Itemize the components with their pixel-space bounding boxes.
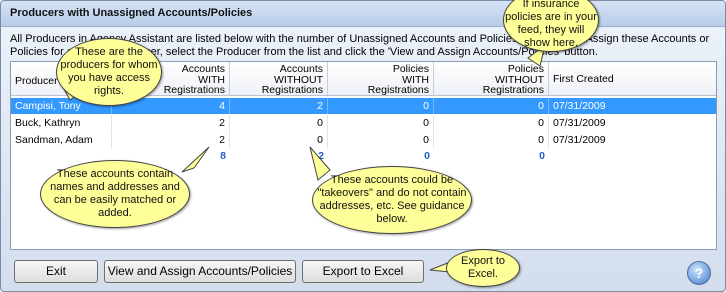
cell-policies-without: 0: [434, 132, 549, 148]
cell-policies-without: 0: [434, 115, 549, 131]
exit-button[interactable]: Exit: [14, 260, 98, 283]
cell-first-created: 07/31/2009: [553, 117, 606, 129]
column-header-policies-with[interactable]: Policies WITH Registrations: [328, 62, 434, 96]
accounts-with-callout: These accounts contain names and address…: [40, 160, 190, 228]
header-label: First Created: [553, 73, 614, 85]
cell-policies-without: 0: [434, 98, 549, 114]
total-policies-with: 0: [424, 150, 430, 162]
policies-callout: If insurance policies are in your feed, …: [503, 0, 599, 52]
header-label: Producer: [15, 75, 58, 87]
export-to-excel-button[interactable]: Export to Excel: [302, 260, 424, 283]
total-accounts-without: 2: [318, 150, 324, 162]
help-icon[interactable]: ?: [687, 261, 711, 285]
callout-text: If insurance policies are in your feed, …: [505, 0, 597, 49]
title-bar: Producers with Unassigned Accounts/Polic…: [1, 1, 725, 27]
cell-policies-with: 0: [328, 132, 434, 148]
cell-first-created: 07/31/2009: [553, 100, 606, 112]
column-header-first-created[interactable]: First Created: [549, 62, 716, 96]
header-line: Registrations: [367, 84, 429, 96]
total-policies-without: 0: [539, 150, 545, 162]
column-header-accounts-without[interactable]: Accounts WITHOUT Registrations: [230, 62, 328, 96]
header-line: Policies: [392, 63, 429, 75]
header-line: Accounts: [279, 63, 323, 75]
column-header-policies-without[interactable]: Policies WITHOUT Registrations: [434, 62, 549, 96]
table-row[interactable]: Sandman, Adam 2 0 0 0 07/31/2009: [11, 132, 716, 148]
export-callout: Export to Excel.: [446, 249, 520, 287]
cell-policies-with: 0: [328, 98, 434, 114]
cell-producer: Buck, Kathryn: [11, 115, 112, 131]
cell-accounts-without: 0: [230, 115, 328, 131]
cell-accounts-with: 2: [112, 115, 230, 131]
window-title: Producers with Unassigned Accounts/Polic…: [10, 7, 253, 19]
cell-first-created: 07/31/2009: [553, 134, 606, 146]
callout-text: These accounts contain names and address…: [50, 168, 180, 219]
header-line: Policies: [507, 63, 544, 75]
view-assign-button[interactable]: View and Assign Accounts/Policies: [104, 260, 296, 283]
cell-producer: Sandman, Adam: [11, 132, 112, 148]
cell-accounts-without: 2: [230, 98, 328, 114]
cell-policies-with: 0: [328, 115, 434, 131]
header-line: Registrations: [482, 84, 544, 96]
header-line: Registrations: [261, 84, 323, 96]
accounts-without-callout: These accounts could be "takeovers" and …: [312, 166, 472, 234]
callout-text: These accounts could be "takeovers" and …: [317, 174, 467, 225]
cell-accounts-with: 2: [112, 132, 230, 148]
table-row[interactable]: Buck, Kathryn 2 0 0 0 07/31/2009: [11, 115, 716, 131]
callout-text: Export to Excel.: [460, 255, 506, 280]
callout-text: These are the producers for whom you hav…: [60, 46, 158, 97]
producers-callout: These are the producers for whom you hav…: [56, 38, 162, 106]
cell-accounts-without: 0: [230, 132, 328, 148]
